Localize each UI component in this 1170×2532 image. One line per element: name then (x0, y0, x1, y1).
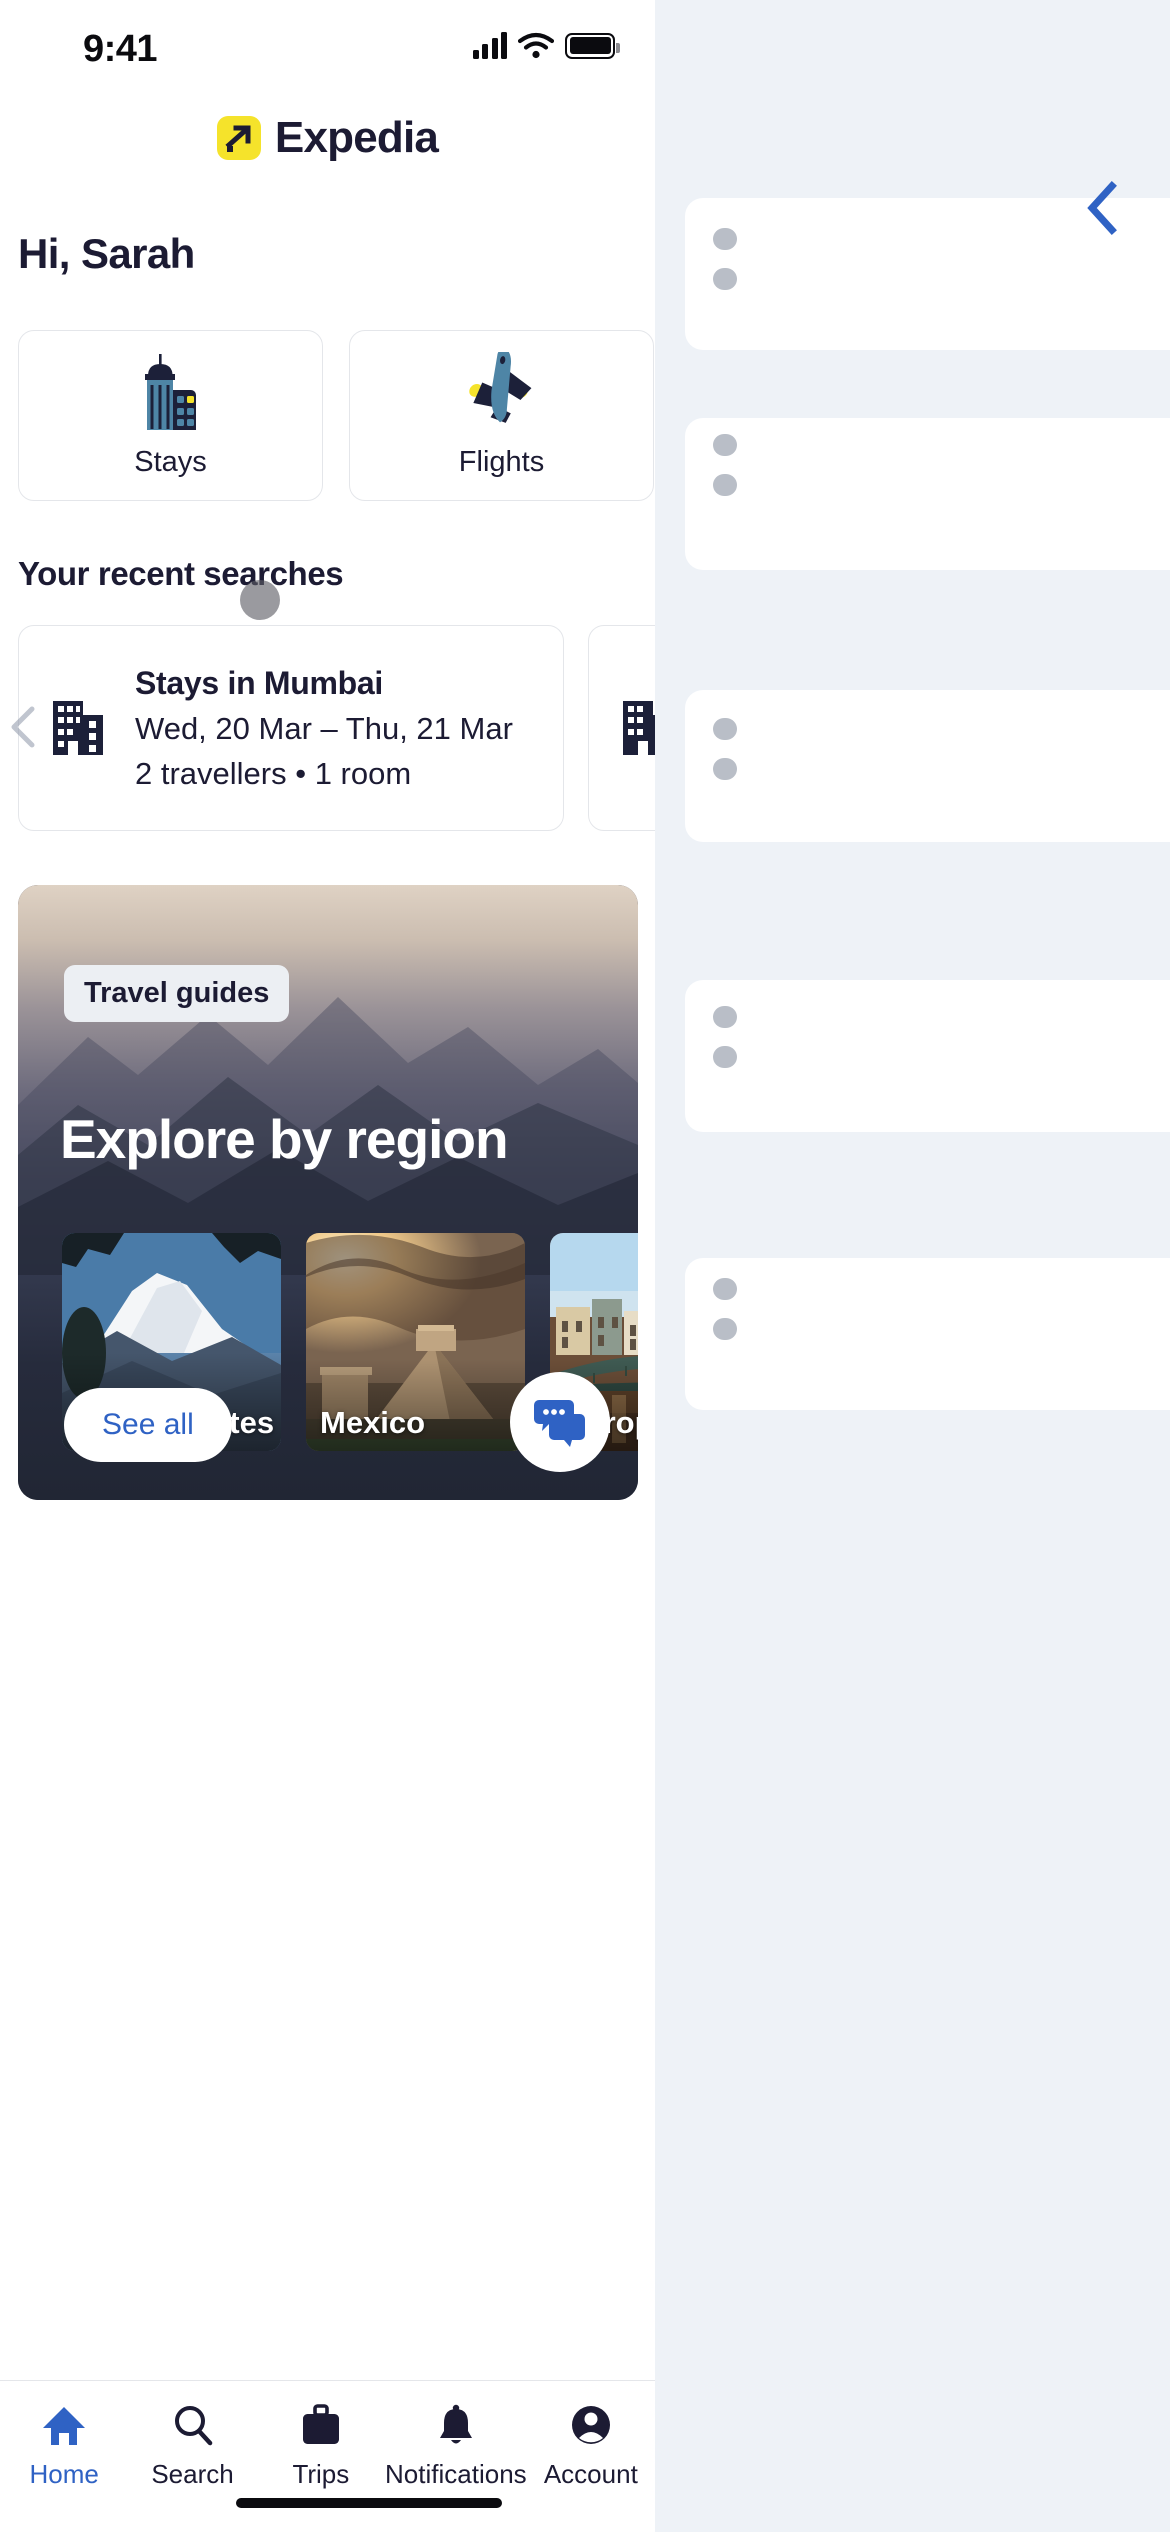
tab-label: Trips (292, 2459, 350, 2489)
background-placeholder-pill (713, 228, 737, 250)
recent-search-dates: Wed, 20 Mar – Thu, 21 Mar (135, 710, 513, 746)
chat-bubbles-icon (534, 1400, 585, 1447)
background-placeholder-pill (713, 1006, 737, 1028)
travel-guides-card[interactable]: Travel guides Explore by region Mexico S… (18, 885, 638, 1500)
background-placeholder-pill (713, 268, 737, 290)
airplane-icon (468, 352, 531, 423)
chat-fab-button[interactable] (510, 1372, 610, 1472)
carousel-prev-chevron-icon[interactable] (4, 703, 46, 751)
see-all-button[interactable]: See all (64, 1388, 232, 1462)
search-icon (174, 2406, 212, 2446)
battery-full-icon (565, 32, 620, 59)
expedia-app-viewport: 9:41 Expedia Hi, Sarah Stays Flights You… (0, 0, 655, 2532)
recent-searches-title: Your recent searches (18, 555, 344, 592)
tab-label: Home (29, 2459, 99, 2489)
quick-action-stays[interactable]: Stays (18, 330, 323, 501)
travel-guides-heading: Explore by region (60, 1108, 509, 1170)
bell-icon (439, 2404, 472, 2444)
wifi-icon (518, 32, 554, 59)
tab-label: Account (543, 2459, 638, 2489)
greeting-text: Hi, Sarah (18, 230, 195, 277)
tab-label: Search (151, 2459, 234, 2489)
office-building-icon (623, 701, 655, 755)
home-indicator (236, 2498, 502, 2508)
status-bar: 9:41 (0, 0, 655, 92)
building-hotel-icon (144, 354, 196, 430)
background-placeholder-pill (713, 1046, 737, 1068)
background-placeholder-pill (713, 758, 737, 780)
expedia-arrow-logo-icon (216, 116, 261, 160)
mouse-cursor (240, 580, 280, 620)
background-placeholder-card (685, 690, 1170, 842)
home-icon (43, 2407, 86, 2445)
background-panel (655, 0, 1170, 2532)
quick-action-flights[interactable]: Flights (349, 330, 654, 501)
recent-searches-rail[interactable]: Stays in Mumbai Wed, 20 Mar – Thu, 21 Ma… (0, 625, 655, 831)
background-placeholder-pill (713, 434, 737, 456)
recent-search-meta: 2 travellers • 1 room (135, 755, 412, 791)
background-placeholder-card (685, 1258, 1170, 1410)
quick-action-label: Flights (458, 446, 545, 478)
briefcase-icon (302, 2404, 339, 2444)
background-placeholder-card (685, 418, 1170, 570)
tab-search[interactable]: Search (128, 2403, 256, 2490)
tab-trips[interactable]: Trips (257, 2403, 385, 2490)
tab-account[interactable]: Account (527, 2403, 655, 2490)
bottom-tab-bar: Home Search Trips Notifications Account (0, 2380, 655, 2532)
office-building-icon (53, 701, 103, 755)
background-placeholder-pill (713, 718, 737, 740)
background-placeholder-pill (713, 1318, 737, 1340)
recent-search-title: Stays in Mumbai (135, 664, 384, 701)
quick-action-label: Stays (134, 446, 207, 478)
back-chevron-icon[interactable] (1082, 178, 1124, 238)
quick-actions-row: Stays Flights (18, 330, 655, 501)
signal-bars-icon (472, 32, 507, 59)
brand-name: Expedia (274, 113, 439, 162)
background-placeholder-pill (713, 1278, 737, 1300)
background-placeholder-card (685, 980, 1170, 1132)
recent-search-card[interactable] (588, 625, 655, 831)
recent-search-card[interactable]: Stays in Mumbai Wed, 20 Mar – Thu, 21 Ma… (18, 625, 564, 831)
tab-notifications[interactable]: Notifications (385, 2403, 527, 2490)
region-label: Mexico (320, 1405, 426, 1440)
status-time: 9:41 (83, 28, 158, 70)
account-circle-icon (571, 2406, 610, 2444)
region-card-mexico[interactable]: Mexico (306, 1233, 525, 1451)
tab-label: Notifications (385, 2459, 527, 2489)
status-icons (472, 32, 620, 59)
background-placeholder-pill (713, 474, 737, 496)
brand-header: Expedia (0, 92, 655, 184)
tab-home[interactable]: Home (0, 2403, 128, 2490)
travel-guides-badge: Travel guides (64, 965, 290, 1022)
recent-search-texts: Stays in Mumbai Wed, 20 Mar – Thu, 21 Ma… (135, 665, 513, 792)
